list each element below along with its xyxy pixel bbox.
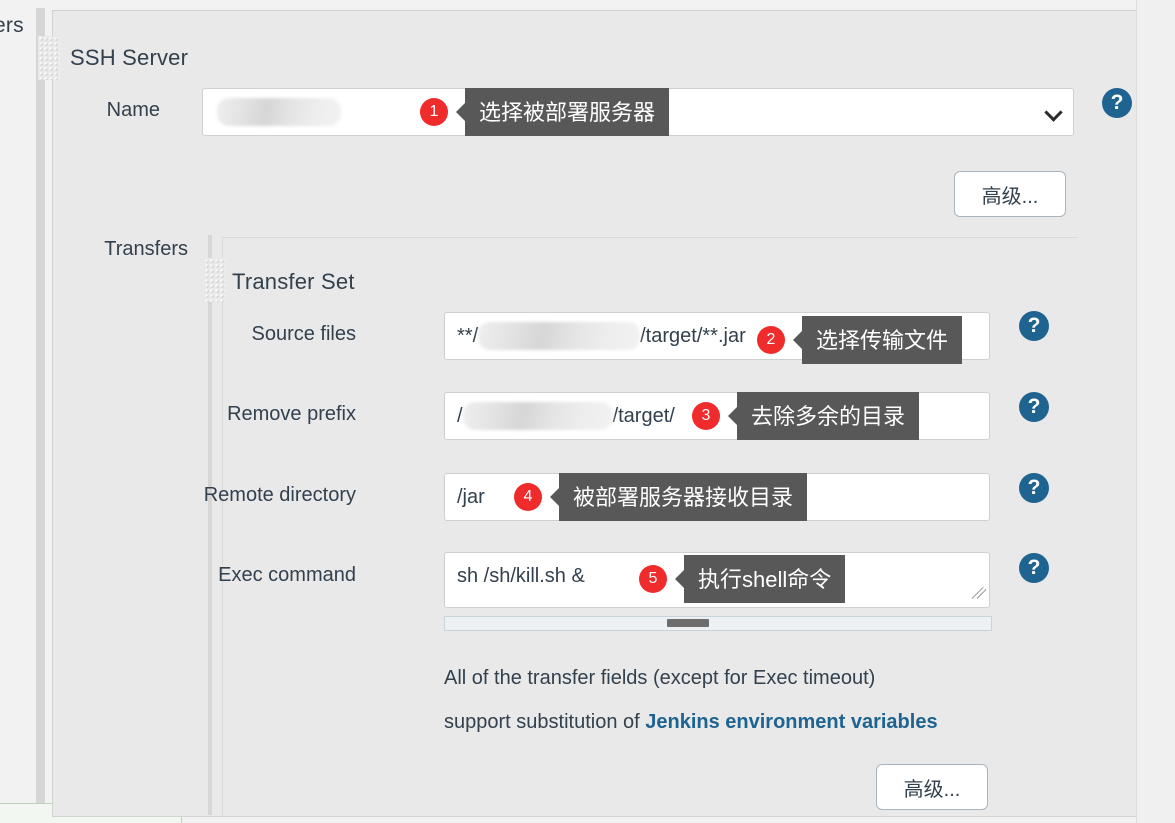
remote-directory-value: /jar xyxy=(457,485,485,508)
help-text-line-2-prefix: support substitution of xyxy=(444,711,646,733)
annotation-badge-1: 1 xyxy=(420,98,448,126)
annotation-callout-2: 选择传输文件 xyxy=(792,316,963,364)
redacted-value-source-files xyxy=(478,322,641,350)
exec-command-value: sh /sh/kill.sh & xyxy=(457,565,585,587)
source-files-value-suffix: /target/**.jar xyxy=(640,324,746,347)
redacted-value-name xyxy=(217,98,341,126)
remove-prefix-value-suffix: /target/ xyxy=(612,404,675,427)
help-text-line-1: All of the transfer fields (except for E… xyxy=(444,667,876,689)
drag-handle-ssh-server[interactable] xyxy=(38,36,60,80)
remove-prefix-value-prefix: / xyxy=(457,404,463,427)
label-source-files: Source files xyxy=(251,323,357,345)
help-text-line-2: support substitution of Jenkins environm… xyxy=(444,711,938,734)
left-rail-divider xyxy=(36,8,45,808)
chevron-down-icon[interactable] xyxy=(1046,105,1062,121)
help-icon-remote-directory[interactable]: ? xyxy=(1019,473,1049,503)
annotation-badge-3: 3 xyxy=(692,402,720,430)
label-name: Name xyxy=(106,99,160,121)
help-icon-name[interactable]: ? xyxy=(1102,88,1132,118)
transfer-set-title: Transfer Set xyxy=(232,269,355,294)
label-transfers: Transfers xyxy=(104,238,188,260)
annotation-callout-1: 选择被部署服务器 xyxy=(455,88,670,136)
ssh-server-title: SSH Server xyxy=(70,45,189,70)
horizontal-scrollbar-thumb[interactable] xyxy=(667,619,709,627)
annotation-badge-5: 5 xyxy=(639,565,667,593)
help-icon-exec-command[interactable]: ? xyxy=(1019,553,1049,583)
help-icon-remove-prefix[interactable]: ? xyxy=(1019,392,1049,422)
source-files-value-prefix: **/ xyxy=(457,324,479,347)
advanced-button-ssh-server[interactable]: 高级... xyxy=(954,171,1066,217)
horizontal-scrollbar[interactable] xyxy=(444,616,992,631)
drag-handle-transfer-set[interactable] xyxy=(204,258,226,302)
advanced-button-transfer-set[interactable]: 高级... xyxy=(876,764,988,810)
annotation-badge-2: 2 xyxy=(757,326,785,354)
label-exec-command: Exec command xyxy=(218,564,356,586)
help-icon-source-files[interactable]: ? xyxy=(1019,311,1049,341)
resize-handle-icon[interactable] xyxy=(972,586,986,600)
annotation-badge-4: 4 xyxy=(514,483,542,511)
annotation-callout-3: 去除多余的目录 xyxy=(727,392,920,440)
label-remove-prefix: Remove prefix xyxy=(227,403,356,425)
label-remote-directory: Remote directory xyxy=(203,484,356,506)
right-gutter xyxy=(1136,0,1175,823)
redacted-value-remove-prefix xyxy=(462,402,613,430)
annotation-callout-4: 被部署服务器接收目录 xyxy=(549,473,808,521)
screenshot-root: ers SSH Server Transfer Set Name Transfe… xyxy=(0,0,1175,823)
jenkins-env-variables-link[interactable]: Jenkins environment variables xyxy=(645,711,937,733)
cut-off-left-label: ers xyxy=(0,14,24,37)
annotation-callout-5: 执行shell命令 xyxy=(674,555,846,603)
